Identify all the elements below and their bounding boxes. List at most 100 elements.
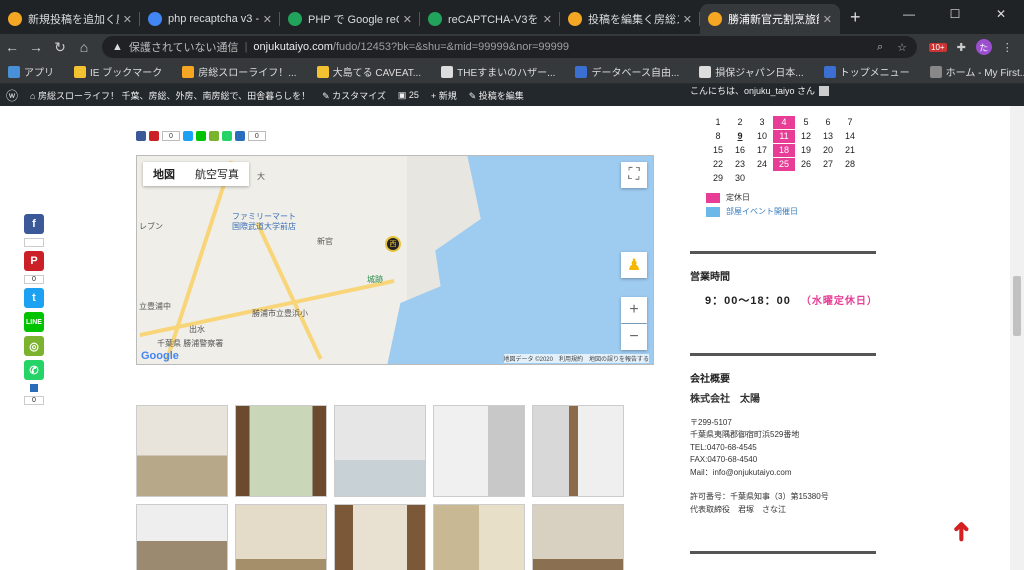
browser-tab[interactable]: 新規投稿を追加く房総 ✕	[0, 4, 140, 34]
calendar-day: 10	[756, 131, 767, 141]
extension-badge[interactable]: 10+	[929, 42, 947, 52]
maximize-icon[interactable]: ☐	[932, 0, 978, 28]
close-tab-icon[interactable]: ✕	[683, 13, 692, 26]
whatsapp-icon[interactable]: ✆	[24, 360, 44, 380]
address-bar[interactable]: ▲ 保護されていない通信 | onjukutaiyo.com /fudo/124…	[102, 36, 917, 58]
facebook-icon[interactable]: f	[24, 214, 44, 234]
browser-tab[interactable]: PHP で Google reCAPT ✕	[280, 4, 420, 34]
google-logo: Google	[141, 350, 179, 362]
reload-icon[interactable]: ↻	[48, 39, 72, 56]
property-photo[interactable]	[136, 504, 228, 570]
close-tab-icon[interactable]: ✕	[123, 13, 132, 26]
window-controls: — ☐ ✕	[886, 0, 1024, 28]
property-photo[interactable]	[532, 504, 624, 570]
zoom-out-button[interactable]: −	[621, 324, 647, 350]
customize-link[interactable]: ✎ カスタマイズ	[322, 89, 386, 102]
comments-link[interactable]: ▣ 25	[398, 90, 419, 101]
back-icon[interactable]: ←	[0, 39, 24, 55]
tab-favicon-icon	[148, 12, 162, 26]
url-path: /fudo/12453?bk=&shu=&mid=99999&nor=99999	[332, 41, 570, 53]
forward-icon[interactable]: →	[24, 39, 48, 55]
site-name-link[interactable]: ⌂ 房総スローライフ！ 千葉、房総、外房、南房総で、田舎暮らしを！	[30, 89, 310, 102]
close-tab-icon[interactable]: ✕	[823, 13, 832, 26]
line-icon[interactable]	[195, 131, 206, 141]
browser-tab[interactable]: php recaptcha v3 - G ✕	[140, 4, 280, 34]
hours-time: 9：00〜18：00	[705, 295, 791, 307]
scrollbar[interactable]	[1010, 106, 1024, 570]
property-photo[interactable]	[235, 405, 327, 497]
map-label: 城跡	[367, 275, 383, 284]
minimize-icon[interactable]: —	[886, 0, 932, 28]
fullscreen-icon[interactable]: ⛶	[621, 162, 647, 188]
email: Mail：info@onjukutaiyo.com	[690, 467, 792, 477]
plus-share-icon[interactable]	[30, 384, 38, 392]
bookmark-item[interactable]: IE ブックマーク	[74, 64, 162, 79]
bookmark-item[interactable]: データベース自由...	[575, 64, 679, 79]
wechat-icon[interactable]	[208, 131, 219, 141]
property-marker-icon[interactable]: 西	[385, 236, 401, 252]
bookmark-label: THEすまいのハザー...	[457, 68, 556, 79]
property-photo[interactable]	[136, 405, 228, 497]
account-menu[interactable]: こんにちは、onjuku_taiyo さん	[690, 84, 876, 97]
tab-title: PHP で Google reCAPT	[308, 14, 399, 26]
tab-title: reCAPTCHA-V3をPH	[448, 14, 539, 26]
new-link[interactable]: + 新規	[431, 89, 457, 102]
bookmark-star-icon[interactable]: ☆	[897, 41, 907, 54]
home-icon[interactable]: ⌂	[72, 39, 96, 55]
back-to-top-icon[interactable]: ➜	[945, 521, 976, 543]
bookmark-item[interactable]: ホーム - My First...	[929, 64, 1024, 79]
avatar[interactable]: た	[975, 39, 992, 55]
security-label[interactable]: 保護されていない通信	[129, 39, 239, 55]
wordpress-icon[interactable]: ⓦ	[6, 87, 18, 104]
zoom-in-button[interactable]: +	[621, 297, 647, 323]
street-view-icon[interactable]: ♟	[621, 252, 647, 278]
terms-link[interactable]: 利用規約	[559, 354, 583, 363]
new-tab-button[interactable]: +	[850, 7, 861, 28]
warning-icon[interactable]: ▲	[112, 41, 123, 53]
zoom-icon[interactable]: ⌕	[877, 41, 883, 54]
puzzle-icon[interactable]: ✚	[957, 41, 966, 54]
plus-share-icon[interactable]	[234, 131, 245, 141]
property-photo[interactable]	[334, 405, 426, 497]
property-photo[interactable]	[433, 405, 525, 497]
line-icon[interactable]: LINE	[24, 312, 44, 332]
property-photo[interactable]	[433, 504, 525, 570]
satellite-button[interactable]: 航空写真	[185, 162, 249, 186]
pinterest-icon[interactable]: P	[24, 251, 44, 271]
edit-post-link[interactable]: ✎ 投稿を編集	[469, 89, 524, 102]
tab-favicon-icon	[8, 12, 22, 26]
facebook-icon[interactable]	[136, 131, 146, 141]
twitter-icon[interactable]: t	[24, 288, 44, 308]
google-map[interactable]: 地図 航空写真 大 レブン ファミリーマート 国際武道大学前店 新官 城跡 立豊…	[136, 155, 654, 365]
property-photo[interactable]	[235, 504, 327, 570]
bookmark-item[interactable]: 大島てる CAVEAT...	[316, 64, 421, 79]
close-window-icon[interactable]: ✕	[978, 0, 1024, 28]
browser-tab[interactable]: 勝浦新官元割烹旅館 ✕	[700, 4, 840, 34]
bookmark-item[interactable]: THEすまいのハザー...	[441, 64, 555, 79]
bookmark-item[interactable]: 損保ジャパン日本...	[699, 64, 804, 79]
calendar-day: 9	[737, 131, 743, 141]
report-error-link[interactable]: 地図の誤りを報告する	[589, 354, 649, 363]
pinterest-icon[interactable]	[149, 131, 159, 141]
bookmark-item[interactable]: トップメニュー	[823, 64, 910, 79]
calendar-day: 16	[734, 145, 745, 155]
browser-tab[interactable]: reCAPTCHA-V3をPH ✕	[420, 4, 560, 34]
twitter-icon[interactable]	[182, 131, 193, 141]
scrollbar-thumb[interactable]	[1013, 276, 1021, 336]
close-tab-icon[interactable]: ✕	[263, 13, 272, 26]
tab-title: 新規投稿を追加く房総	[28, 14, 119, 26]
wechat-icon[interactable]: ◎	[24, 336, 44, 356]
bookmark-item[interactable]: アプリ	[8, 64, 54, 79]
calendar-day: 11	[773, 130, 795, 143]
bookmark-icon	[8, 65, 20, 78]
menu-icon[interactable]: ⋮	[1002, 41, 1013, 54]
map-button[interactable]: 地図	[143, 162, 185, 186]
whatsapp-icon[interactable]	[221, 131, 232, 141]
close-tab-icon[interactable]: ✕	[403, 13, 412, 26]
property-photo[interactable]	[334, 504, 426, 570]
close-tab-icon[interactable]: ✕	[543, 13, 552, 26]
calendar-day: 1	[715, 117, 721, 127]
property-photo[interactable]	[532, 405, 624, 497]
browser-tab[interactable]: 投稿を編集く房総ス ✕	[560, 4, 700, 34]
bookmark-item[interactable]: 房総スローライフ！...	[182, 64, 297, 79]
